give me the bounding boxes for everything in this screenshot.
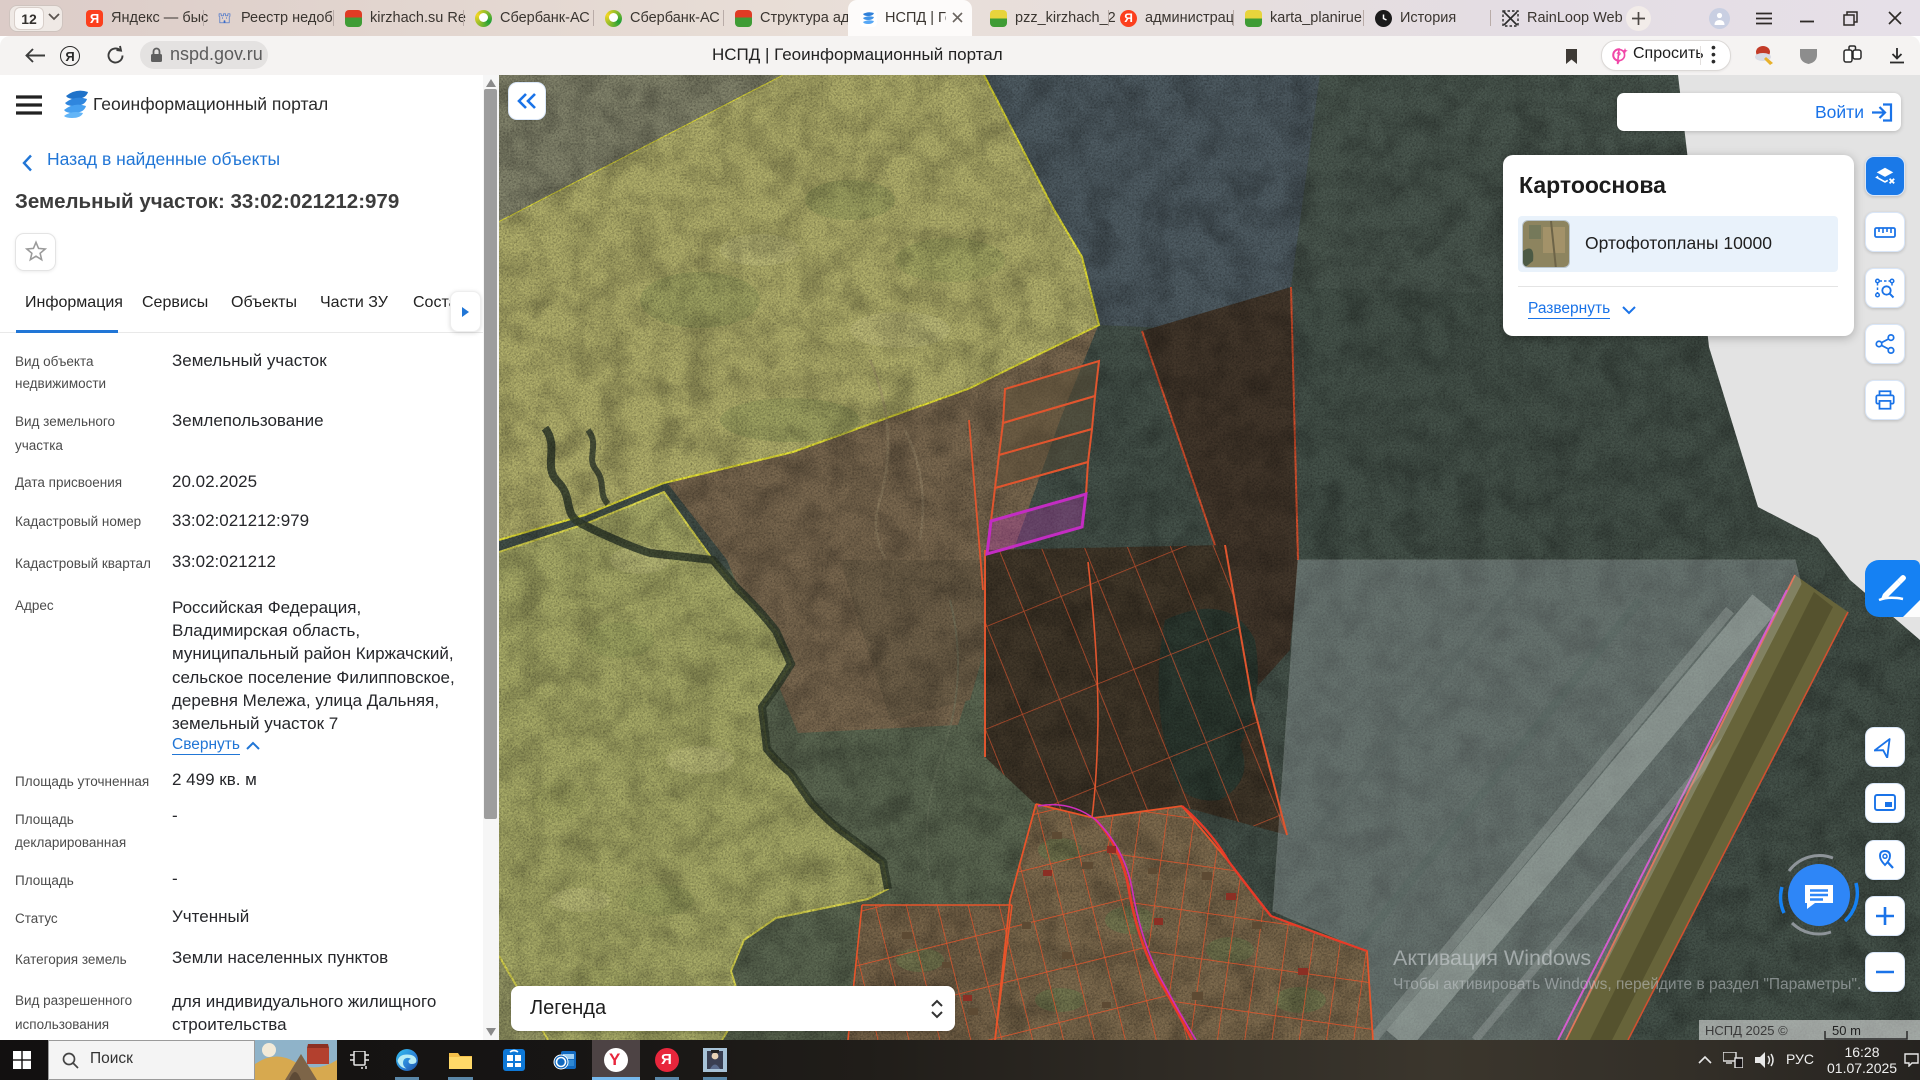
svg-text:?: ? — [1616, 51, 1621, 60]
